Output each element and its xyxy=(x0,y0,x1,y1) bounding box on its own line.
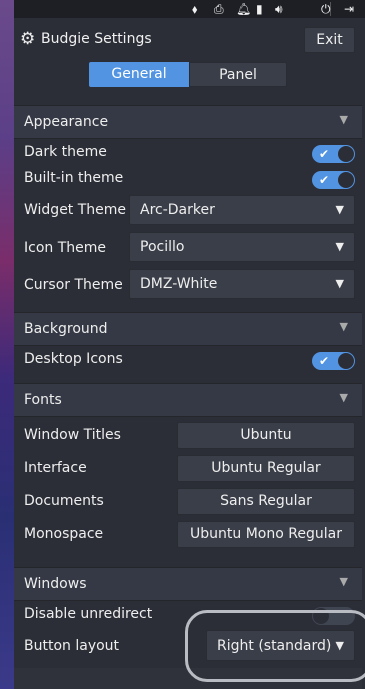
battery-icon[interactable]: ▮ xyxy=(256,0,263,18)
builtin-theme-label: Built-in theme xyxy=(24,170,124,186)
check-icon: ✔ xyxy=(319,173,330,187)
toggle-knob xyxy=(313,608,329,624)
button-layout-label: Button layout xyxy=(24,638,120,654)
power-icon[interactable]: ⏻ xyxy=(321,0,331,18)
interface-label: Interface xyxy=(24,460,87,476)
section-title: Fonts xyxy=(24,392,62,408)
desktop-icons-toggle[interactable]: ✔ xyxy=(312,352,355,370)
builtin-theme-toggle[interactable]: ✔ xyxy=(312,171,355,189)
printer-icon[interactable]: ⎙ xyxy=(214,0,224,18)
section-title: Windows xyxy=(24,576,87,592)
desktop-wallpaper xyxy=(0,0,14,689)
dark-theme-toggle[interactable]: ✔ xyxy=(312,145,355,163)
section-title: Appearance xyxy=(24,114,109,130)
interface-font-button[interactable]: Ubuntu Regular xyxy=(177,455,355,482)
selected-value: Right (standard) xyxy=(217,638,332,654)
widget-theme-label: Widget Theme xyxy=(24,202,127,218)
tab-panel[interactable]: Panel xyxy=(189,62,287,87)
gear-icon: ⚙ xyxy=(20,29,36,49)
exit-button[interactable]: Exit xyxy=(304,27,355,53)
dark-theme-label: Dark theme xyxy=(24,144,107,160)
button-layout-select[interactable]: Right (standard) ▼ xyxy=(206,630,355,661)
logout-icon[interactable]: ⇥ xyxy=(344,0,354,18)
selected-value: DMZ-White xyxy=(140,276,218,292)
volume-icon[interactable]: 🔊︎ xyxy=(275,0,283,18)
notification-bell-icon[interactable]: 🔔︎ xyxy=(236,0,251,18)
widget-theme-select[interactable]: Arc-Darker ▼ xyxy=(129,195,355,225)
check-icon: ✔ xyxy=(319,354,330,368)
settings-window: ⚙ Budgie Settings Exit General Panel App… xyxy=(14,22,365,689)
window-title: Budgie Settings xyxy=(41,31,152,47)
check-icon: ✔ xyxy=(319,147,330,161)
tab-general[interactable]: General xyxy=(89,62,189,87)
window-titles-label: Window Titles xyxy=(24,427,121,443)
icon-theme-label: Icon Theme xyxy=(24,240,107,256)
chevron-down-icon: ▼ xyxy=(335,639,344,652)
documents-font-button[interactable]: Sans Regular xyxy=(177,488,355,515)
window-bottom xyxy=(14,668,362,689)
selected-value: Arc-Darker xyxy=(140,202,215,218)
chevron-down-icon: ▼ xyxy=(335,240,344,253)
chevron-down-icon: ▼ xyxy=(339,575,348,588)
cursor-theme-select[interactable]: DMZ-White ▼ xyxy=(129,269,355,299)
section-appearance-header[interactable]: Appearance ▼ xyxy=(14,105,362,139)
chevron-down-icon: ▼ xyxy=(335,277,344,290)
chevron-down-icon: ▼ xyxy=(335,203,344,216)
chevron-down-icon: ▼ xyxy=(339,320,348,333)
system-tray: ⬧ ⎙ 🔔︎ ▮ 🔊︎ ⏻ ⇥ xyxy=(14,0,365,18)
disable-unredirect-label: Disable unredirect xyxy=(24,606,153,622)
toggle-knob xyxy=(338,172,354,188)
monospace-font-button[interactable]: Ubuntu Mono Regular xyxy=(177,521,355,548)
toggle-knob xyxy=(338,353,354,369)
desktop-icons-label: Desktop Icons xyxy=(24,351,123,367)
section-fonts-header[interactable]: Fonts ▼ xyxy=(14,383,362,417)
chevron-down-icon: ▼ xyxy=(339,113,348,126)
section-windows-header[interactable]: Windows ▼ xyxy=(14,567,362,601)
section-title: Background xyxy=(24,321,108,337)
title-bar: ⚙ Budgie Settings Exit xyxy=(14,22,362,60)
toggle-knob xyxy=(338,146,354,162)
window-titles-font-button[interactable]: Ubuntu xyxy=(177,422,355,449)
documents-label: Documents xyxy=(24,493,104,509)
disable-unredirect-toggle[interactable] xyxy=(312,607,355,625)
icon-theme-select[interactable]: Pocillo ▼ xyxy=(129,232,355,262)
monospace-label: Monospace xyxy=(24,526,104,542)
section-background-header[interactable]: Background ▼ xyxy=(14,312,362,346)
tab-bar: General Panel xyxy=(89,62,287,87)
chevron-down-icon: ▼ xyxy=(339,391,348,404)
selected-value: Pocillo xyxy=(140,239,185,255)
cursor-theme-label: Cursor Theme xyxy=(24,277,123,293)
network-icon[interactable]: ⬧ xyxy=(192,0,197,18)
